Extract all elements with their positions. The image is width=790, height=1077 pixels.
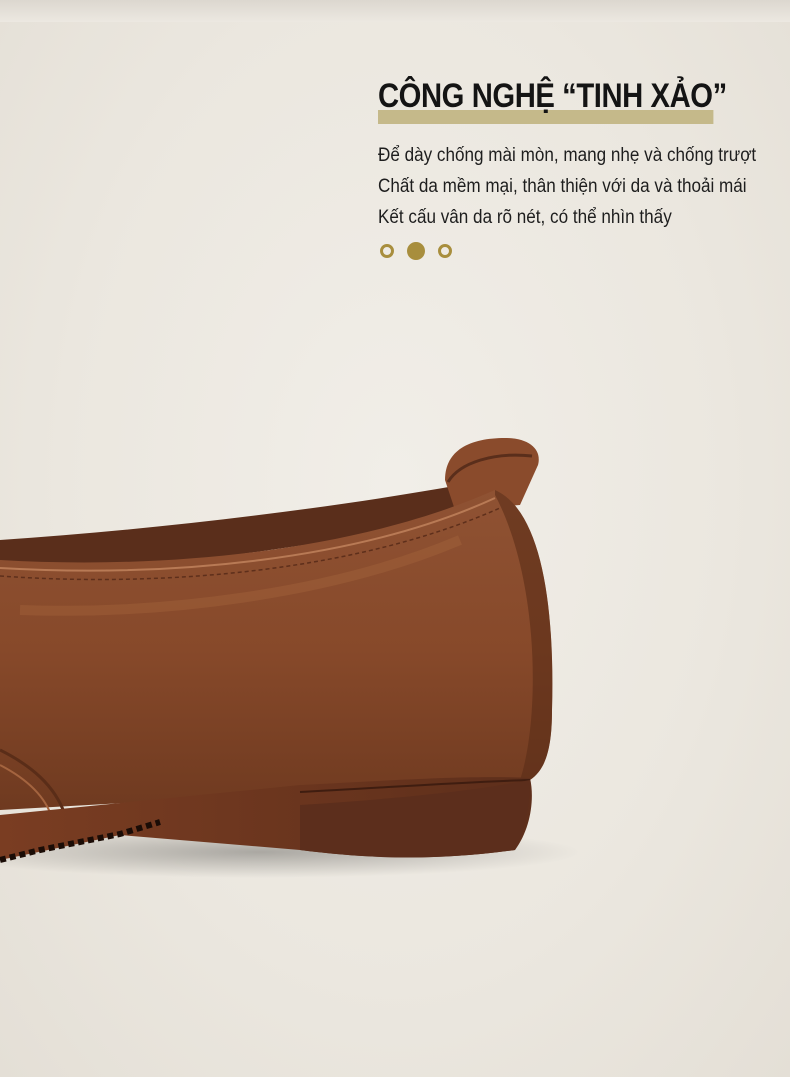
headline: CÔNG NGHỆ “TINH XẢO” (378, 74, 727, 124)
carousel-dot-2-active[interactable] (407, 242, 425, 260)
feature-line: Để dày chống mài mòn, mang nhẹ và chống … (378, 145, 757, 166)
feature-list: Để dày chống mài mòn, mang nhẹ và chống … (378, 140, 778, 233)
feature-panel: CÔNG NGHỆ “TINH XẢO” Để dày chống mài mò… (378, 74, 778, 260)
carousel-dot-3[interactable] (438, 244, 452, 258)
feature-line: Chất da mềm mại, thân thiện với da và th… (378, 176, 747, 197)
feature-line: Kết cấu vân da rõ nét, có thể nhìn thấy (378, 207, 672, 228)
leather-shoe-image (0, 438, 580, 878)
headline-text: CÔNG NGHỆ “TINH XẢO” (378, 77, 727, 115)
carousel-dot-1[interactable] (380, 244, 394, 258)
carousel-indicators (380, 242, 778, 260)
top-edge (0, 0, 790, 22)
